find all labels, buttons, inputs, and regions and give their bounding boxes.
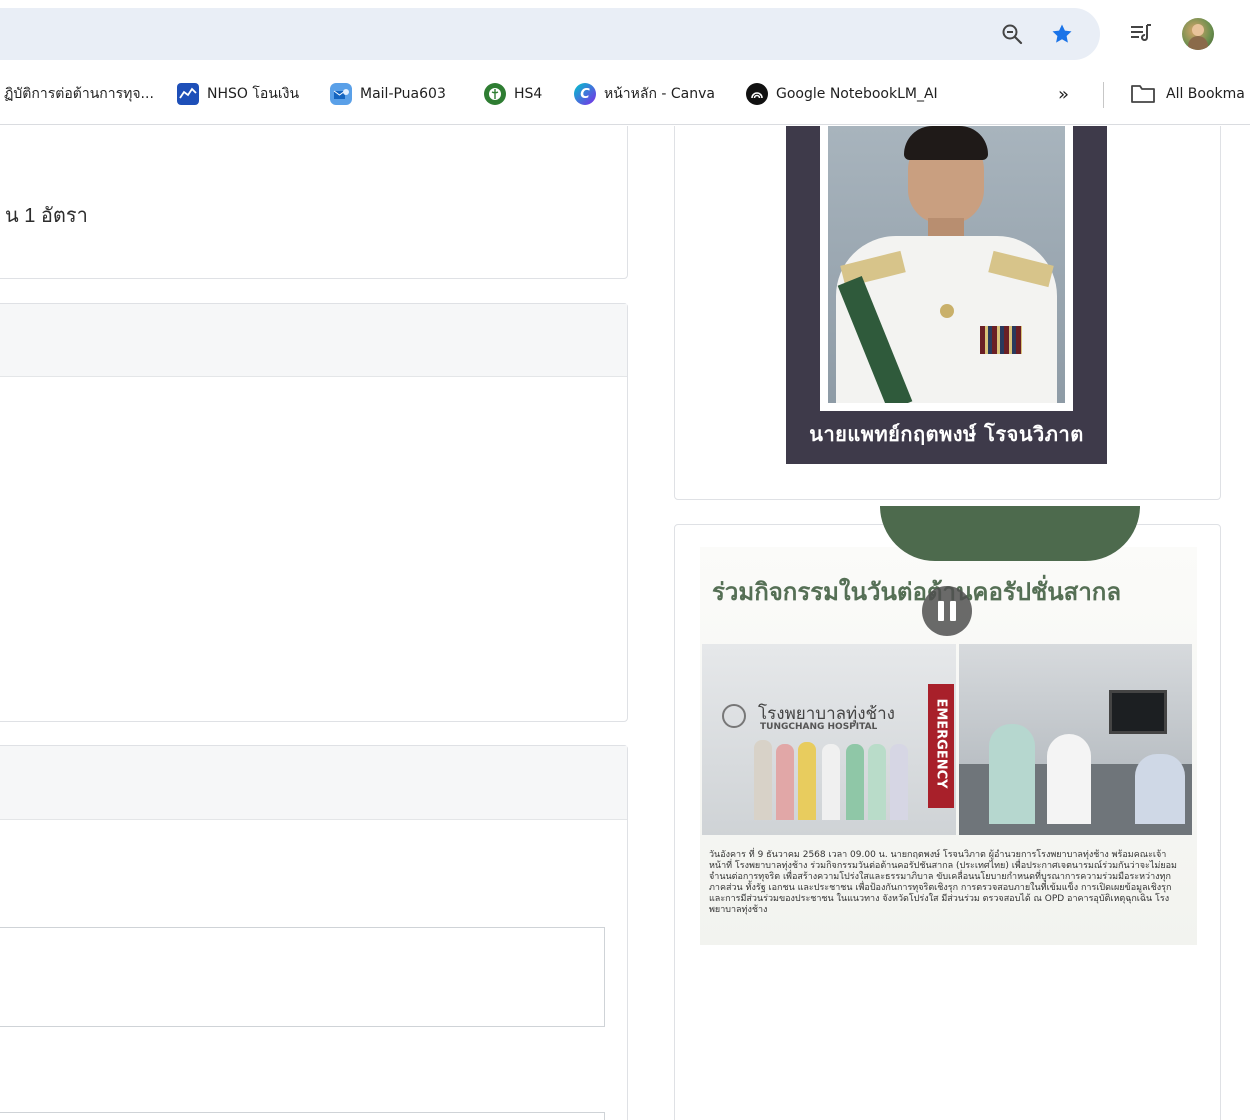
hospital-sign-text-en: TUNGCHANG HOSPITAL xyxy=(760,722,878,732)
bookmark-canva[interactable]: C หน้าหลัก - Canva xyxy=(574,81,715,107)
banner-decoration-arc xyxy=(880,506,1140,561)
folder-icon xyxy=(1131,85,1155,103)
text-input-field[interactable] xyxy=(0,1112,605,1120)
bookmark-label: HS4 xyxy=(514,86,543,102)
mail-cloud-icon xyxy=(330,83,352,105)
nhso-chart-icon xyxy=(177,83,199,105)
bookmark-nhso[interactable]: NHSO โอนเงิน xyxy=(177,81,299,107)
bookmark-label: Mail-Pua603 xyxy=(360,86,446,102)
pause-icon xyxy=(938,601,944,621)
event-photo-group: EMERGENCY โรงพยาบาลทุ่งช้าง TUNGCHANG HO… xyxy=(702,644,956,835)
card-header xyxy=(0,746,627,820)
bookmark-label: ฏิบัติการต่อต้านการทุจ... xyxy=(4,86,154,102)
director-portrait-photo xyxy=(820,126,1073,411)
bookmark-notebooklm[interactable]: Google NotebookLM_AI xyxy=(746,81,938,107)
browser-toolbar xyxy=(0,0,1250,68)
address-bar[interactable] xyxy=(0,8,1100,60)
zoom-out-icon[interactable] xyxy=(1000,22,1024,46)
bookmark-label: NHSO โอนเงิน xyxy=(207,86,300,102)
all-bookmarks-button[interactable]: All Bookma xyxy=(1130,81,1245,107)
event-photo-office xyxy=(959,644,1192,835)
chevron-double-right-icon: » xyxy=(1058,83,1070,105)
bookmark-star-icon[interactable] xyxy=(1050,22,1074,46)
bookmark-hs4[interactable]: HS4 xyxy=(484,81,542,107)
bookmark-mail[interactable]: Mail-Pua603 xyxy=(330,81,446,107)
hospital-logo-icon xyxy=(722,704,746,728)
bookmark-label: หน้าหลัก - Canva xyxy=(604,86,715,102)
all-bookmarks-label: All Bookma xyxy=(1166,86,1245,102)
bookmarks-divider xyxy=(1103,82,1104,108)
bookmarks-bar: ฏิบัติการต่อต้านการทุจ... NHSO โอนเงิน M… xyxy=(0,68,1250,125)
media-control-icon[interactable] xyxy=(1128,20,1154,46)
director-name: นายแพทย์กฤตพงษ์ โรจนวิภาต xyxy=(809,422,1084,446)
ministry-health-logo-icon xyxy=(484,83,506,105)
pause-icon xyxy=(950,601,956,621)
bookmarks-overflow-button[interactable]: » xyxy=(1058,81,1069,107)
form-card xyxy=(0,745,628,1120)
bookmark-label: Google NotebookLM_AI xyxy=(776,86,938,102)
notebooklm-icon xyxy=(746,83,768,105)
slideshow-pause-button[interactable] xyxy=(922,586,972,636)
bookmark-anti-corruption[interactable]: ฏิบัติการต่อต้านการทุจ... xyxy=(4,81,154,107)
page-content: น 1 อัตรา นายแพทย์กฤตพงษ์ โรจนวิภาต ร่วม… xyxy=(0,126,1250,1120)
profile-avatar[interactable] xyxy=(1182,18,1214,50)
canva-icon: C xyxy=(574,83,596,105)
position-rate-text: น 1 อัตรา xyxy=(5,205,88,227)
emergency-sign-text: EMERGENCY xyxy=(933,698,949,789)
event-description: วันอังคาร ที่ 9 ธันวาคม 2568 เวลา 09.00 … xyxy=(709,850,1177,915)
content-card-2 xyxy=(0,303,628,722)
comment-textarea[interactable] xyxy=(0,927,605,1027)
event-title: ร่วมกิจกรรมในวันต่อต้านคอรัปชั่นสากล xyxy=(712,578,1122,606)
job-info-card: น 1 อัตรา xyxy=(0,126,628,279)
card-header xyxy=(0,304,627,377)
